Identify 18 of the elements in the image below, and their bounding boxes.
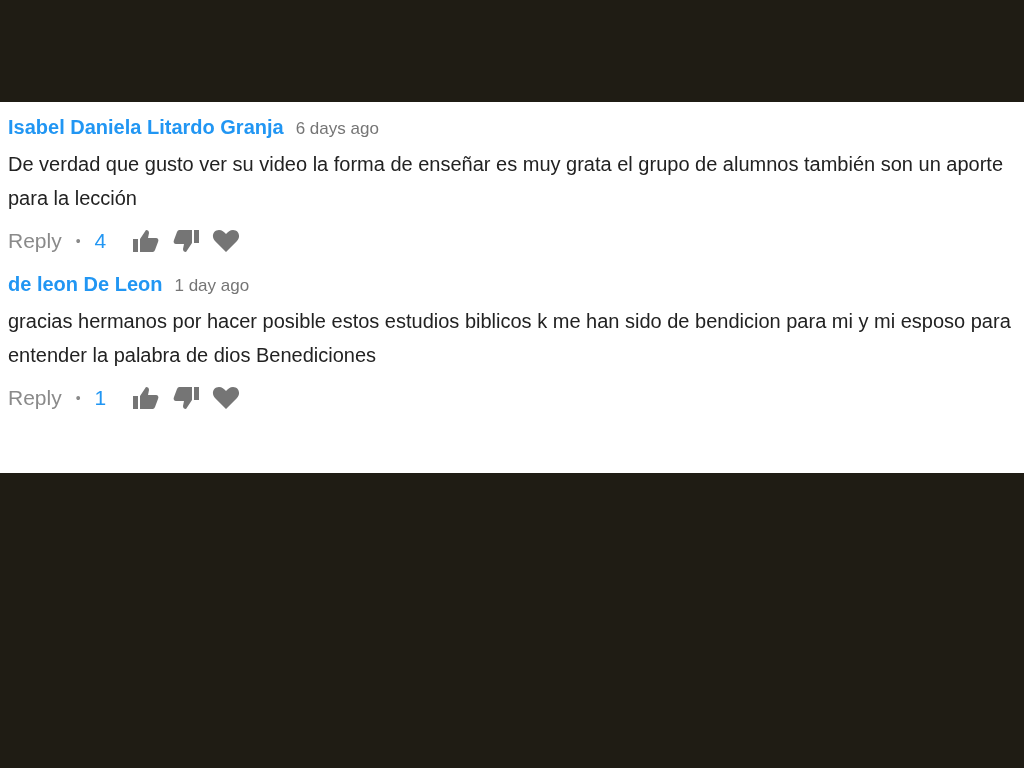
separator-dot: • — [75, 233, 81, 249]
comment-time: 6 days ago — [295, 119, 379, 139]
author-name[interactable]: Isabel Daniela Litardo Granja — [8, 116, 284, 139]
author-name[interactable]: de leon De Leon — [8, 273, 163, 296]
comment-text: gracias hermanos por hacer posible estos estudios biblicos k me han sido de bendicion para mi y mi esposo para entender la palabra de dios Benediciones — [8, 309, 1012, 368]
reply-link[interactable]: Reply — [8, 229, 62, 253]
comment-time: 1 day ago — [174, 276, 250, 296]
heart-icon[interactable] — [212, 386, 241, 410]
like-count: 1 — [94, 386, 107, 410]
heart-icon[interactable] — [212, 229, 241, 253]
like-count: 4 — [94, 229, 107, 253]
separator-dot: • — [75, 390, 81, 406]
thumbs-up-icon[interactable] — [132, 386, 161, 410]
thumbs-up-icon[interactable] — [132, 229, 161, 253]
thumbs-down-icon[interactable] — [172, 386, 201, 410]
thumbs-down-icon[interactable] — [172, 229, 201, 253]
reply-link[interactable]: Reply — [8, 386, 62, 410]
comment-text: De verdad que gusto ver su video la forma de enseñar es muy grata el grupo de alumnos también son un aporte para la lección — [8, 152, 1005, 211]
